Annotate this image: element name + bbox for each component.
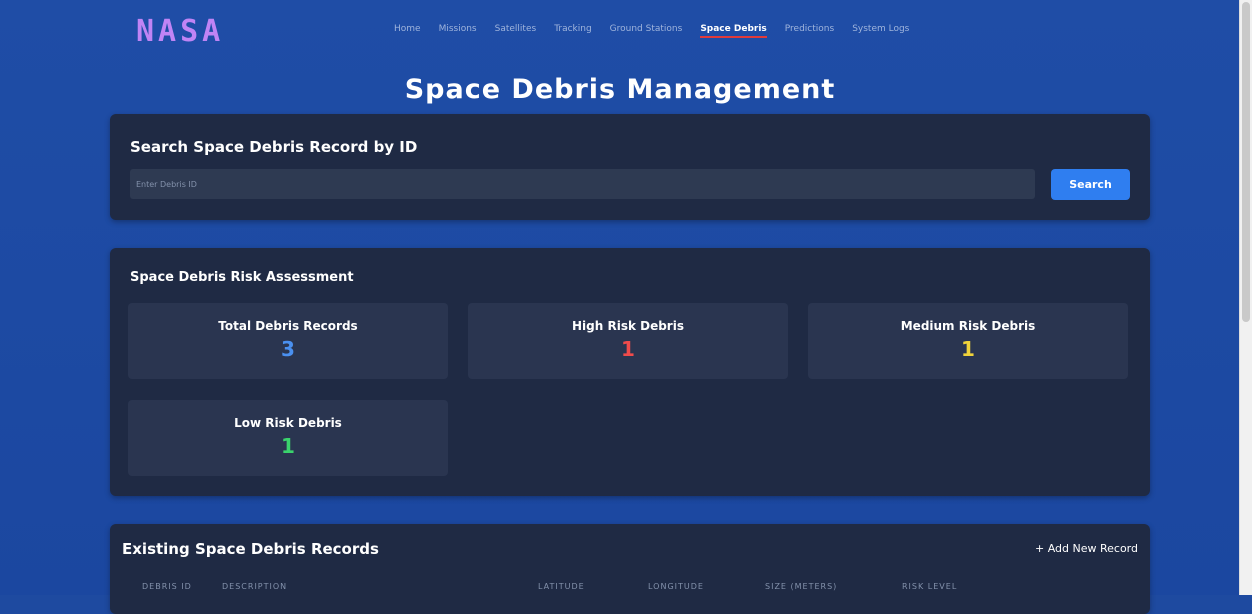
nav-ground-stations[interactable]: Ground Stations: [610, 24, 683, 38]
stat-value: 1: [621, 337, 635, 361]
page-title: Space Debris Management: [404, 74, 836, 106]
debris-id-input[interactable]: [130, 169, 1035, 199]
records-panel: Existing Space Debris Records + Add New …: [110, 524, 1150, 614]
low-risk-card: Low Risk Debris 1: [128, 400, 448, 476]
high-risk-card: High Risk Debris 1: [468, 303, 788, 379]
column-header[interactable]: LONGITUDE: [648, 582, 704, 591]
nav-missions[interactable]: Missions: [439, 24, 477, 38]
risk-heading: Space Debris Risk Assessment: [130, 270, 354, 285]
nav-satellites[interactable]: Satellites: [495, 24, 537, 38]
total-debris-card: Total Debris Records 3: [128, 303, 448, 379]
stat-value: 1: [281, 434, 295, 458]
search-heading: Search Space Debris Record by ID: [130, 138, 418, 156]
column-header[interactable]: DEBRIS ID: [142, 582, 192, 591]
nav-home[interactable]: Home: [394, 24, 421, 38]
stat-label: Total Debris Records: [218, 319, 358, 333]
nav-system-logs[interactable]: System Logs: [852, 24, 909, 38]
column-header[interactable]: DESCRIPTION: [222, 582, 287, 591]
column-header[interactable]: RISK LEVEL: [902, 582, 957, 591]
column-header[interactable]: LATITUDE: [538, 582, 585, 591]
nasa-logo[interactable]: NASA: [136, 14, 224, 49]
add-new-record-button[interactable]: + Add New Record: [1035, 542, 1138, 555]
nav-tracking[interactable]: Tracking: [554, 24, 591, 38]
medium-risk-card: Medium Risk Debris 1: [808, 303, 1128, 379]
nav-space-debris[interactable]: Space Debris: [700, 24, 767, 38]
stat-value: 1: [961, 337, 975, 361]
scrollbar-thumb[interactable]: [1242, 2, 1250, 322]
search-button[interactable]: Search: [1051, 169, 1130, 200]
stat-label: Low Risk Debris: [234, 416, 342, 430]
stat-label: High Risk Debris: [572, 319, 684, 333]
stat-label: Medium Risk Debris: [900, 319, 1036, 333]
risk-assessment-panel: Space Debris Risk Assessment Total Debri…: [110, 248, 1150, 496]
search-panel: Search Space Debris Record by ID Search: [110, 114, 1150, 220]
stat-value: 3: [281, 337, 295, 361]
top-navigation: Home Missions Satellites Tracking Ground…: [394, 24, 909, 38]
column-header[interactable]: SIZE (METERS): [765, 582, 837, 591]
nav-predictions[interactable]: Predictions: [785, 24, 834, 38]
records-heading: Existing Space Debris Records: [122, 540, 379, 558]
vertical-scrollbar[interactable]: [1239, 0, 1252, 595]
